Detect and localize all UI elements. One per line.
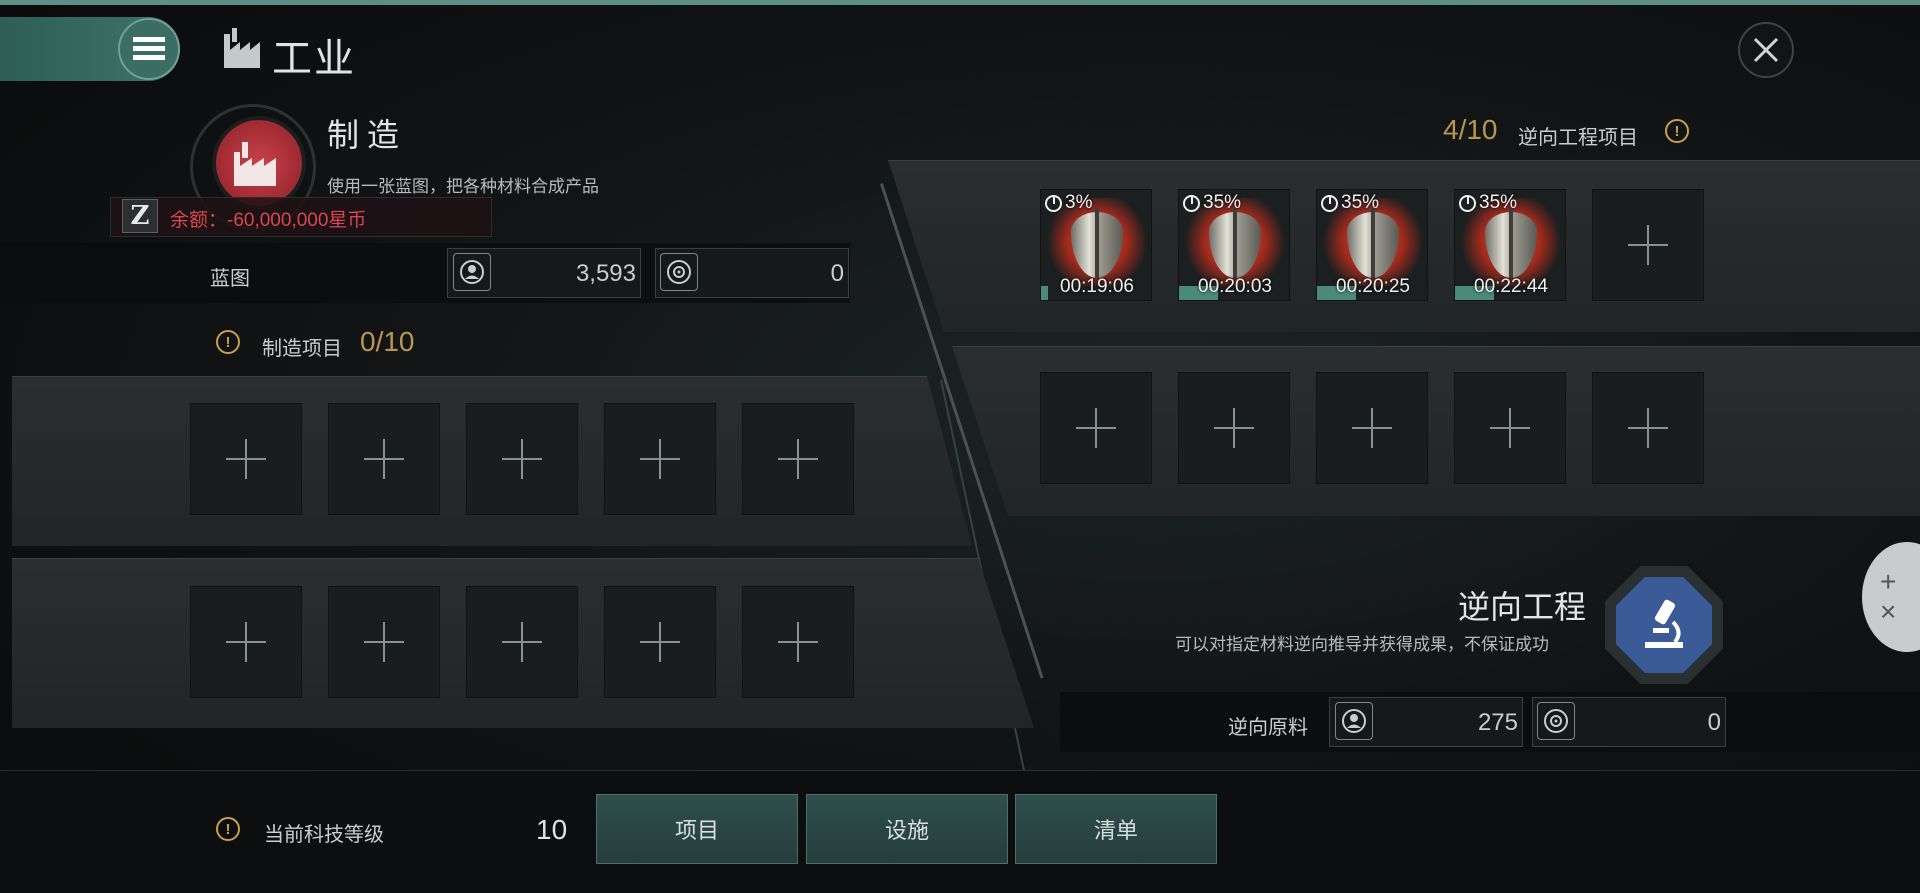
manufacturing-slot[interactable] [742,586,854,698]
warning-icon[interactable]: ! [216,330,240,354]
balance-text: 余额：-60,000,000星币 [170,210,367,231]
reverse-slot[interactable] [1316,372,1428,484]
manufacturing-slot[interactable] [190,586,302,698]
projects-button[interactable]: 项目 [596,794,798,864]
plus-icon [1490,408,1530,448]
side-quick-tab[interactable]: + × [1862,542,1920,652]
personal-hangar-icon [453,253,491,291]
job-time: 00:22:44 [1474,276,1548,297]
reverse-job-slot[interactable]: 35% 00:20:03 [1178,189,1290,301]
reverse-job-slot[interactable]: 35% 00:20:25 [1316,189,1428,301]
plus-icon [226,622,266,662]
material-personal-value: 275 [1477,709,1518,736]
plus-icon [778,622,818,662]
reverse-job-slot[interactable]: 35% 00:22:44 [1454,189,1566,301]
reverse-slot[interactable] [1592,372,1704,484]
reverse-job-slot[interactable]: 3% 00:19:06 [1040,189,1152,301]
plus-icon [226,439,266,479]
manufacturing-slot[interactable] [466,403,578,515]
job-percent: 35% [1479,192,1518,213]
progress-pie-icon [1045,195,1062,212]
reverse-slot[interactable] [1178,372,1290,484]
blueprint-personal-value: 3,593 [575,260,636,287]
manufacturing-jobs-count: 0/10 [360,326,415,357]
progress-pie-icon [1321,195,1338,212]
reverse-slot[interactable] [1040,372,1152,484]
job-percent: 35% [1203,192,1242,213]
page-title: 工业 [272,37,356,81]
menu-button[interactable] [118,18,180,80]
manufacturing-jobs-label: 制造项目 [262,338,342,360]
manufacturing-slot[interactable] [328,586,440,698]
tech-level-label: 当前科技等级 [264,824,384,846]
blueprint-corp-value: 0 [830,260,844,287]
reverse-engineering-title: 逆向工程 [1458,589,1587,625]
plus-icon [1214,408,1254,448]
menu-icon [133,37,165,60]
job-time: 00:20:25 [1336,276,1410,297]
plus-icon [364,439,404,479]
corp-hangar-icon [1537,702,1575,740]
factory-icon [234,142,276,186]
blueprint-label: 蓝图 [210,268,250,290]
manufacturing-slot[interactable] [604,403,716,515]
plus-icon [1352,408,1392,448]
side-plus-icon[interactable]: + [1880,567,1920,597]
job-time: 00:19:06 [1060,276,1134,297]
manufacturing-slot[interactable] [328,403,440,515]
progress-pie-icon [1183,195,1200,212]
manufacturing-title: 制造 [327,117,408,153]
material-corp-value: 0 [1707,709,1721,736]
tech-level-value: 10 [536,814,568,845]
close-button[interactable] [1738,22,1794,78]
manufacturing-slot[interactable] [466,586,578,698]
reverse-engineering-icon [1616,577,1712,673]
reverse-jobs-label: 逆向工程项目 [1518,127,1638,149]
manufacturing-slot[interactable] [742,403,854,515]
plus-icon [640,622,680,662]
plus-icon [778,439,818,479]
reverse-material-label: 逆向原料 [1228,717,1308,739]
corp-hangar-icon [660,253,698,291]
job-percent: 35% [1341,192,1380,213]
close-icon [1753,37,1779,63]
plus-icon [1628,408,1668,448]
list-button[interactable]: 清单 [1015,794,1217,864]
reverse-slot[interactable] [1454,372,1566,484]
manufacturing-description: 使用一张蓝图，把各种材料合成产品 [327,177,599,196]
reverse-engineering-description: 可以对指定材料逆向推导并获得成果，不保证成功 [1175,635,1549,654]
factory-icon [222,26,266,70]
progress-pie-icon [1459,195,1476,212]
warning-icon[interactable]: ! [216,817,240,841]
job-percent: 3% [1065,192,1093,213]
plus-icon [502,439,542,479]
plus-icon [1076,408,1116,448]
side-close-icon[interactable]: × [1880,597,1920,627]
facilities-button[interactable]: 设施 [806,794,1008,864]
plus-icon [640,439,680,479]
manufacturing-icon [212,116,306,210]
personal-hangar-icon [1335,702,1373,740]
warning-icon[interactable]: ! [1665,119,1689,143]
reverse-slot[interactable] [1592,189,1704,301]
isk-icon: Z [122,199,158,233]
manufacturing-slot[interactable] [604,586,716,698]
manufacturing-slot[interactable] [190,403,302,515]
plus-icon [502,622,542,662]
reverse-jobs-count: 4/10 [1443,114,1498,145]
microscope-icon [1645,599,1683,648]
job-time: 00:20:03 [1198,276,1272,297]
plus-icon [1628,225,1668,265]
top-accent-line [0,0,1920,5]
plus-icon [364,622,404,662]
